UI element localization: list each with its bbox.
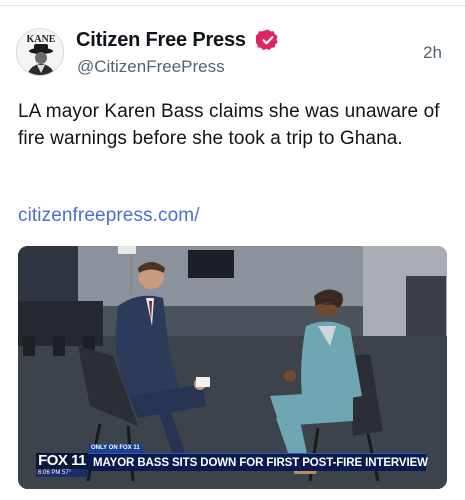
chyron-time-temp: 6:06 PM 57° (36, 469, 88, 477)
post-timestamp[interactable]: 2h (423, 43, 442, 63)
chyron-tag: ONLY ON FOX 11 (88, 444, 143, 453)
avatar-kane-text: KANE (27, 34, 56, 45)
post-media-image[interactable]: ONLY ON FOX 11 FOX 11 MAYOR BASS SITS DO… (18, 246, 447, 489)
post-link[interactable]: citizenfreepress.com/ (18, 205, 200, 227)
verified-badge-icon (256, 29, 278, 51)
chyron-temperature: 57° (62, 470, 72, 476)
avatar[interactable]: KANE (16, 28, 64, 76)
post-card[interactable]: KANE Citizen Free Press @CitizenFreePres… (0, 6, 465, 500)
chyron-time: 6:06 PM (38, 470, 61, 476)
news-chyron: ONLY ON FOX 11 FOX 11 MAYOR BASS SITS DO… (18, 440, 447, 480)
chyron-headline: MAYOR BASS SITS DOWN FOR FIRST POST-FIRE… (88, 453, 428, 471)
fox11-logo: FOX 11 (36, 453, 88, 469)
author-name[interactable]: Citizen Free Press (76, 29, 246, 52)
post-text: LA mayor Karen Bass claims she was unawa… (18, 101, 440, 149)
author-handle[interactable]: @CitizenFreePress (77, 57, 225, 77)
